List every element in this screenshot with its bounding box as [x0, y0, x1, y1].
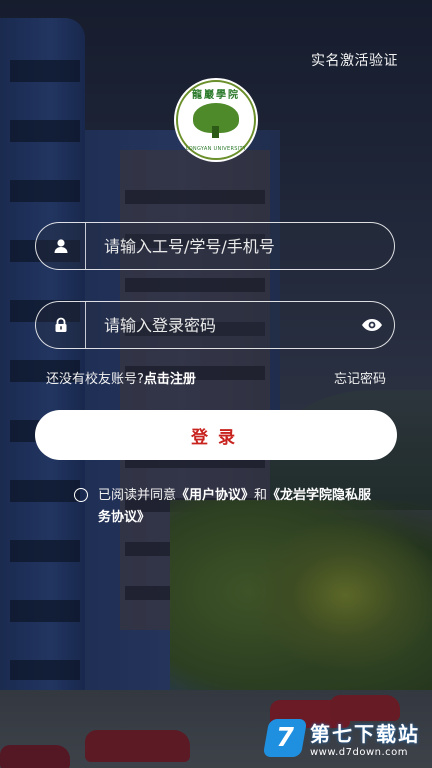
- register-prompt: 还没有校友账号?点击注册: [46, 368, 196, 387]
- no-account-text: 还没有校友账号?: [46, 372, 144, 387]
- agreement-consent: 已阅读并同意《用户协议》和《龙岩学院隐私服务协议》: [74, 485, 374, 529]
- watermark-name: 第七下载站: [310, 722, 420, 746]
- lock-icon: [36, 302, 86, 348]
- agree-radio[interactable]: [74, 488, 88, 502]
- password-input[interactable]: [86, 301, 350, 349]
- account-field[interactable]: [35, 222, 395, 270]
- watermark: 7 第七下载站 www.d7down.com: [262, 718, 420, 758]
- account-input[interactable]: [86, 222, 394, 270]
- logo-subtitle: LONGYAN UNIVERSITY: [185, 146, 247, 152]
- eye-icon[interactable]: [350, 302, 394, 348]
- real-name-verify-link[interactable]: 实名激活验证: [311, 50, 398, 70]
- login-button[interactable]: 登录: [35, 410, 397, 460]
- forgot-password-link[interactable]: 忘记密码: [334, 368, 386, 387]
- password-field[interactable]: [35, 301, 395, 349]
- user-agreement-link[interactable]: 《用户协议》: [176, 488, 254, 503]
- agreement-and: 和: [254, 488, 268, 503]
- watermark-url: www.d7down.com: [310, 747, 409, 758]
- auth-links-row: 还没有校友账号?点击注册 忘记密码: [46, 368, 386, 387]
- university-logo: 龍巖學院 LONGYAN UNIVERSITY: [174, 78, 258, 162]
- logo-title: 龍巖學院: [192, 90, 240, 101]
- register-link[interactable]: 点击注册: [144, 372, 196, 387]
- agreement-prefix: 已阅读并同意: [98, 488, 177, 503]
- watermark-logo-icon: 7: [262, 719, 308, 757]
- user-icon: [36, 223, 86, 269]
